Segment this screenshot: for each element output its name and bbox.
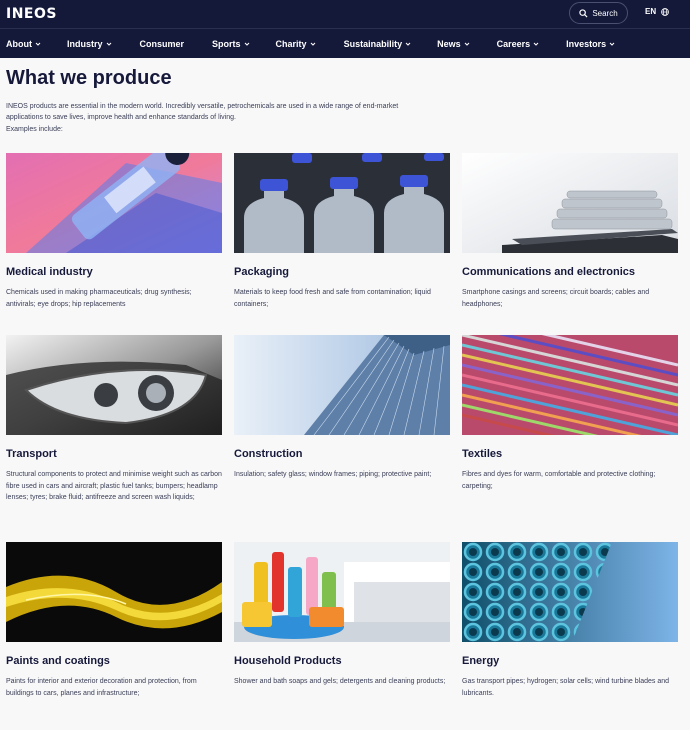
product-description: Insulation; safety glass; window frames;… — [234, 471, 432, 478]
product-description: Chemicals used in making pharmaceuticals… — [6, 289, 192, 308]
product-description: Smartphone casings and screens; circuit … — [462, 289, 650, 308]
product-title[interactable]: Communications and electronics — [462, 266, 678, 279]
product-title[interactable]: Textiles — [462, 448, 678, 461]
product-description: Materials to keep food fresh and safe fr… — [234, 289, 431, 308]
product-title[interactable]: Paints and coatings — [6, 655, 222, 668]
product-card-textiles[interactable]: Textiles Fibres and dyes for warm, comfor… — [462, 335, 678, 492]
product-image[interactable] — [462, 542, 678, 642]
product-title[interactable]: Packaging — [234, 266, 450, 279]
product-image[interactable] — [234, 542, 450, 642]
product-card-energy[interactable]: Energy Gas transport pipes; hydrogen; sol… — [462, 542, 678, 699]
product-description: Fibres and dyes for warm, comfortable an… — [462, 471, 656, 490]
product-description: Shower and bath soaps and gels; detergen… — [234, 678, 446, 685]
product-description: Paints for interior and exterior decorat… — [6, 678, 197, 697]
product-image[interactable] — [234, 153, 450, 253]
product-title[interactable]: Medical industry — [6, 266, 222, 279]
product-description: Gas transport pipes; hydrogen; solar cel… — [462, 678, 670, 697]
product-image[interactable] — [234, 335, 450, 435]
product-grid: Medical industry Chemicals used in making… — [0, 0, 690, 730]
product-title[interactable]: Energy — [462, 655, 678, 668]
product-card-transport[interactable]: Transport Structural components to protec… — [6, 335, 222, 504]
product-title[interactable]: Household Products — [234, 655, 450, 668]
product-description: Structural components to protect and min… — [6, 471, 222, 501]
product-card-packaging[interactable]: Packaging Materials to keep food fresh an… — [234, 153, 450, 310]
product-card-communications-and-electronics[interactable]: Communications and electronics Smartphone… — [462, 153, 678, 310]
product-image[interactable] — [6, 335, 222, 435]
product-card-household-products[interactable]: Household Products Shower and bath soaps … — [234, 542, 450, 688]
product-card-construction[interactable]: Construction Insulation; safety glass; wi… — [234, 335, 450, 481]
product-card-paints-and-coatings[interactable]: Paints and coatings Paints for interior a… — [6, 542, 222, 699]
product-image[interactable] — [6, 153, 222, 253]
product-image[interactable] — [6, 542, 222, 642]
product-image[interactable] — [462, 335, 678, 435]
product-card-medical-industry[interactable]: Medical industry Chemicals used in making… — [6, 153, 222, 310]
product-title[interactable]: Construction — [234, 448, 450, 461]
product-image[interactable] — [462, 153, 678, 253]
product-title[interactable]: Transport — [6, 448, 222, 461]
